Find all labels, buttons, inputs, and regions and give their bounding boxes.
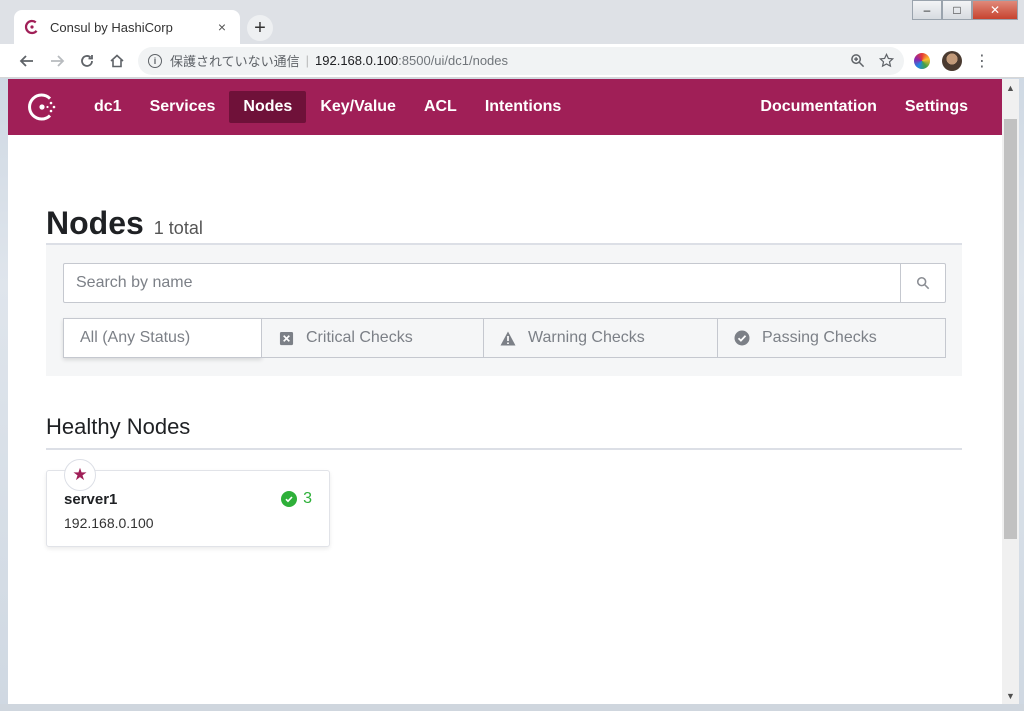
filter-panel: All (Any Status) Critical Checks Warning…	[46, 245, 962, 376]
leader-star-icon: ★	[64, 459, 96, 491]
back-icon[interactable]	[12, 46, 42, 76]
browser-tab[interactable]: Consul by HashiCorp ×	[14, 10, 240, 44]
consul-favicon-icon	[24, 19, 40, 35]
critical-icon	[278, 330, 294, 346]
warning-icon	[500, 330, 516, 346]
minimize-button[interactable]: –	[912, 0, 942, 20]
nav-right: Documentation Settings	[746, 91, 982, 123]
filter-warning[interactable]: Warning Checks	[484, 318, 718, 358]
search-box	[63, 263, 946, 303]
page-header: Nodes 1 total	[46, 205, 203, 242]
profile-avatar[interactable]	[942, 50, 962, 71]
scroll-down-icon[interactable]: ▼	[1002, 687, 1019, 704]
passing-count: 3	[303, 490, 312, 507]
menu-kebab-icon[interactable]: ⋮	[974, 51, 990, 71]
node-name: server1	[64, 491, 118, 508]
tab-title: Consul by HashiCorp	[50, 19, 173, 35]
status-filter-group: All (Any Status) Critical Checks Warning…	[63, 318, 946, 358]
close-window-button[interactable]: ✕	[972, 0, 1018, 20]
bookmark-star-icon[interactable]	[879, 53, 894, 68]
new-tab-button[interactable]: +	[247, 15, 273, 41]
filter-label: Passing Checks	[762, 329, 877, 346]
scroll-thumb[interactable]	[1004, 119, 1017, 539]
insecure-label: 保護されていない通信	[170, 54, 300, 69]
nav-documentation[interactable]: Documentation	[746, 91, 890, 123]
page-title: Nodes	[46, 205, 144, 241]
extension-colorwheel-icon[interactable]	[914, 52, 930, 69]
filter-label: All (Any Status)	[80, 329, 191, 346]
filter-critical[interactable]: Critical Checks	[262, 318, 484, 358]
home-icon[interactable]	[102, 46, 132, 76]
tab-strip: Consul by HashiCorp × + – □ ✕	[0, 0, 1024, 44]
nav-acl[interactable]: ACL	[410, 91, 471, 123]
search-icon[interactable]	[900, 264, 945, 302]
page-scrollbar[interactable]: ▲ ▼	[1002, 79, 1019, 704]
search-input[interactable]	[64, 264, 900, 302]
top-navigation: dc1 Services Nodes Key/Value ACL Intenti…	[8, 79, 1002, 135]
nav-key-value[interactable]: Key/Value	[306, 91, 410, 123]
filter-passing[interactable]: Passing Checks	[718, 318, 946, 358]
forward-icon[interactable]	[42, 46, 72, 76]
reload-icon[interactable]	[72, 46, 102, 76]
section-title: Healthy Nodes	[46, 414, 191, 439]
filter-label: Warning Checks	[528, 329, 645, 346]
scroll-up-icon[interactable]: ▲	[1002, 79, 1019, 96]
nav-intentions[interactable]: Intentions	[471, 91, 575, 123]
browser-window: Consul by HashiCorp × + – □ ✕ i 保護されていない…	[0, 0, 1024, 711]
consul-logo-icon[interactable]	[26, 90, 60, 124]
omnibox-actions	[850, 53, 894, 68]
nav-nodes[interactable]: Nodes	[229, 91, 307, 123]
node-address: 192.168.0.100	[64, 515, 154, 531]
nav-datacenter[interactable]: dc1	[80, 91, 136, 123]
tab-close-icon[interactable]: ×	[214, 19, 230, 35]
browser-toolbar: i 保護されていない通信 | 192.168.0.100 :8500/ui/dc…	[0, 44, 1024, 78]
filter-label: Critical Checks	[306, 329, 413, 346]
maximize-button[interactable]: □	[942, 0, 972, 20]
node-card[interactable]: ★ server1 192.168.0.100 3	[46, 459, 330, 547]
section-divider	[46, 448, 962, 450]
filter-all-status[interactable]: All (Any Status)	[63, 318, 262, 358]
passing-icon	[734, 330, 750, 346]
zoom-icon[interactable]	[850, 53, 865, 68]
passing-check-icon	[281, 491, 298, 507]
consul-page: dc1 Services Nodes Key/Value ACL Intenti…	[8, 79, 1002, 704]
address-host: 192.168.0.100	[315, 53, 399, 68]
nav-settings[interactable]: Settings	[891, 91, 982, 123]
node-count: 1 total	[153, 218, 203, 238]
window-bottom-frame	[0, 704, 1024, 711]
nav-services[interactable]: Services	[136, 91, 230, 123]
window-controls: – □ ✕	[912, 0, 1018, 20]
extensions: ⋮	[914, 50, 990, 71]
info-icon[interactable]: i	[148, 53, 162, 68]
address-separator: |	[305, 53, 310, 68]
address-path: :8500/ui/dc1/nodes	[398, 53, 509, 68]
address-bar[interactable]: i 保護されていない通信 | 192.168.0.100 :8500/ui/dc…	[138, 46, 904, 75]
node-health: 3	[281, 490, 312, 508]
